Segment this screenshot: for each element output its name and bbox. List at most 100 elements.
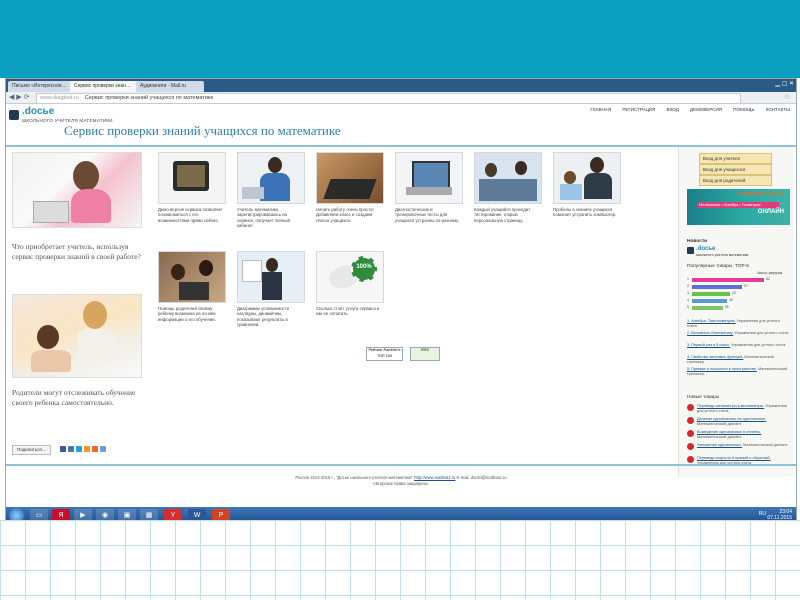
browser-tab-1[interactable]: Письмо «Интересное… [8, 81, 74, 92]
popular-item-desc: Упражнения для устного счета. [730, 343, 787, 347]
footer-copyright: Россия 2013-2015 г., "Досье школьного уч… [295, 475, 415, 480]
login-parent-button[interactable]: Вход для родителей [699, 175, 772, 186]
popular-item-title[interactable]: 1. Алгебра. Тригонометрия. [687, 319, 736, 323]
twitter-icon[interactable] [76, 446, 82, 452]
news-heading: Новости [687, 239, 708, 244]
slide-header-band [0, 0, 800, 78]
teacher-student-image [553, 152, 621, 204]
nav-help[interactable]: ПОМОЩЬ [733, 107, 754, 112]
tile-caption: Учитель математики, зарегистрировавшись … [237, 207, 290, 229]
tile-knowledge-gaps[interactable]: Пробелы в знаниях учащихся помогает устр… [553, 152, 621, 218]
nav-main[interactable]: ГЛАВНАЯ [590, 107, 611, 112]
ad-title: ГЕНЕРАТОР ТЕСТОВ [737, 191, 784, 196]
right-sidebar: Вход для учителя Вход для учащегося Вход… [678, 147, 794, 477]
new-item-text: Деление однозначных на однозначное. Мате… [697, 417, 789, 426]
top5-bar [692, 306, 723, 310]
site-logo[interactable]: .docье [22, 106, 54, 117]
page-title: Сервис проверки знаний учащихся по матем… [64, 123, 341, 138]
tile-start-work[interactable]: Начать работу очень просто! Добавляем кл… [316, 152, 384, 223]
new-badge-icon [687, 456, 694, 463]
new-item-text: Умножение однозначных. Математический ди… [697, 443, 789, 448]
news-logo: .docье [696, 246, 716, 252]
rss-badge[interactable]: RSS [410, 347, 440, 361]
laptop-image [395, 152, 463, 204]
more-share-icon[interactable] [100, 446, 106, 452]
footer-email: E-mail: doclel@mathvaz.ru [455, 475, 507, 480]
top5-rank: 1 [687, 277, 689, 281]
nav-buttons[interactable]: ◀ ▶ ⟳ [9, 92, 30, 103]
top5-rank: 3 [687, 291, 689, 295]
vk-icon[interactable] [68, 446, 74, 452]
facebook-icon[interactable] [60, 446, 66, 452]
url-title: Сервис проверки знаний учащихся по матем… [84, 95, 214, 101]
presenter-image [237, 251, 305, 303]
login-teacher-button[interactable]: Вход для учителя [699, 153, 772, 164]
tile-caption: Помощь родителей своему ребенку возможна… [158, 306, 216, 322]
nav-registration[interactable]: РЕГИСТРАЦИЯ [622, 107, 655, 112]
seal-text: 100% [356, 264, 372, 270]
nav-demo[interactable]: ДЕМОВЕРСИЯ [690, 107, 722, 112]
share-button[interactable]: Поделиться… [12, 445, 52, 455]
top5-value: 82 [766, 277, 770, 281]
tile-teacher-cabinet[interactable]: Учитель математики, зарегистрировавшись … [237, 152, 305, 229]
news-logo-icon [687, 247, 694, 254]
popular-item[interactable]: 5. Прямые и плоскости в пространстве. Ма… [687, 367, 791, 377]
top5-heading: Популярные товары. TOP-5 [687, 264, 749, 269]
popular-item[interactable]: 4. Свойства числовых функций. Математиче… [687, 355, 791, 365]
tile-demo[interactable]: Демо-версия сервиса позволяет познакомит… [158, 152, 226, 223]
teacher-question: Что приобретает учитель, используя серви… [12, 242, 141, 261]
new-item-title[interactable]: Переведи скорость в прямой и обратный. [697, 456, 771, 460]
bookmark-star-icon[interactable]: ☆ [784, 92, 790, 103]
odnoklassniki-icon[interactable] [84, 446, 90, 452]
new-badge-icon [687, 417, 694, 424]
new-item-text: Возведение однозначных в степень. Матема… [697, 430, 789, 439]
share-bar: Поделиться… [12, 445, 132, 455]
new-item-desc: Математический диктант. [742, 443, 788, 447]
site-header: .docье ШКОЛЬНОГО УЧИТЕЛЯ МАТЕМАТИКИ ГЛАВ… [6, 104, 796, 147]
students-computers-image [474, 152, 542, 204]
footer-link[interactable]: http://www.mathvaz.ru [414, 475, 455, 480]
mailru-icon[interactable] [92, 446, 98, 452]
new-item-title[interactable]: Умножение однозначных. [697, 443, 742, 447]
tile-caption: Пробелы в знаниях учащихся помогает устр… [553, 207, 617, 218]
new-item-title[interactable]: Возведение однозначных в степень. [697, 430, 761, 434]
new-badge-icon [687, 404, 694, 411]
family-image [158, 251, 226, 303]
login-student-button[interactable]: Вход для учащегося [699, 164, 772, 175]
new-item-title[interactable]: Деление однозначных на однозначное. [697, 417, 766, 421]
browser-tab-3[interactable]: Аудиокниги - Mail.ru [136, 81, 204, 92]
tile-caption: Начать работу очень просто! Добавляем кл… [316, 207, 374, 223]
url-field[interactable]: www.diagtest.ru Сервис проверки знаний уч… [36, 93, 741, 104]
new-badge-icon [687, 443, 694, 450]
browser-tabbar: Письмо «Интересное… Сервис проверки знан… [6, 79, 796, 92]
tile-student-testing[interactable]: Каждый учащийся проходит тестирование, о… [474, 152, 542, 223]
teacher-laptop-image [237, 152, 305, 204]
rambler-badge[interactable]: Рейтинг Rambler's TOP 100 [366, 347, 403, 361]
top5-rank: 5 [687, 305, 689, 309]
popular-item[interactable]: 3. Первый раз в 5 класс. Упражнения для … [687, 343, 791, 348]
test-generator-ad[interactable]: ГЕНЕРАТОР ТЕСТОВ Математика • Алгебра • … [687, 189, 790, 225]
browser-tab-2[interactable]: Сервис проверки знан… [70, 81, 140, 92]
tile-diagrams[interactable]: Диаграммы успеваемости наглядны, динамич… [237, 251, 305, 328]
tile-pricing[interactable]: 100% Сколько стоит услуга сервиса и как … [316, 251, 384, 317]
new-items-heading: Новые товары [687, 395, 720, 400]
tile-caption: Диагностические и тренировочные тесты дл… [395, 207, 460, 223]
popular-item[interactable]: 2. Вспомнить Математику. Упражнения для … [687, 331, 791, 336]
top5-rank: 4 [687, 298, 689, 302]
popular-item-title[interactable]: 2. Вспомнить Математику. [687, 331, 733, 335]
teacher-photo [12, 152, 142, 228]
popular-item-title[interactable]: 4. Свойства числовых функций. [687, 355, 743, 359]
popular-item-title[interactable]: 5. Прямые и плоскости в пространстве. [687, 367, 757, 371]
nav-login[interactable]: ВХОД [667, 107, 679, 112]
popular-item[interactable]: 1. Алгебра. Тригонометрия. Упражнения дл… [687, 319, 791, 329]
popular-item-title[interactable]: 3. Первый раз в 5 класс. [687, 343, 730, 347]
top5-bar [692, 285, 743, 289]
tile-parents-help[interactable]: Помощь родителей своему ребенку возможна… [158, 251, 226, 322]
address-bar-row: ◀ ▶ ⟳ www.diagtest.ru Сервис проверки зна… [6, 92, 796, 104]
new-item-title[interactable]: Переведи сантиметры в миллиметры. [697, 404, 764, 408]
nav-contacts[interactable]: КОНТАКТЫ [766, 107, 790, 112]
tile-tests[interactable]: Диагностические и тренировочные тесты дл… [395, 152, 463, 223]
window-controls[interactable]: ▁ ▢ ✕ [775, 80, 794, 87]
parent-child-photo [12, 294, 142, 378]
tray-language[interactable]: RU [759, 511, 766, 517]
